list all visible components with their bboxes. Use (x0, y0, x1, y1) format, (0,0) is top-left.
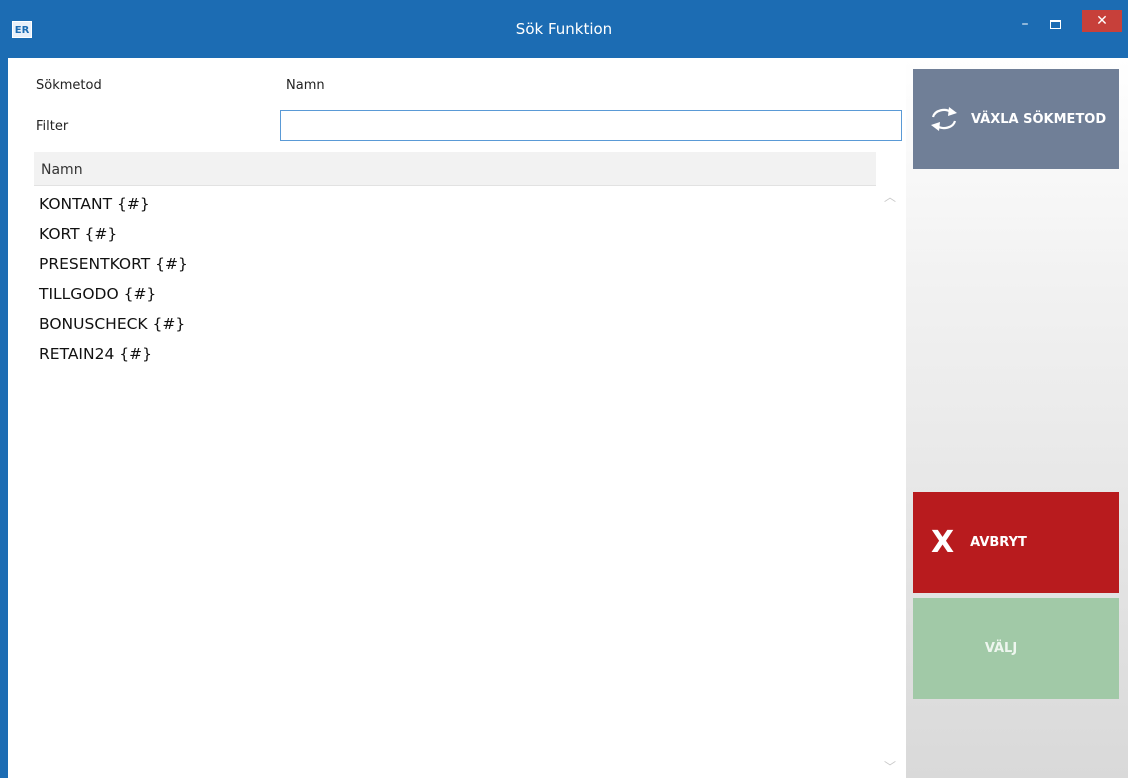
list-item[interactable]: BONUSCHECK {#} (39, 312, 869, 342)
x-icon: X (931, 524, 955, 560)
window-title: Sök Funktion (515, 20, 613, 38)
dialog-content: Sökmetod Namn Filter Namn KONTANT {#} KO… (8, 58, 1128, 778)
select-label: VÄLJ (984, 641, 1018, 656)
title-bar[interactable]: ER Sök Funktion – ✕ (0, 0, 1128, 58)
search-method-value: Namn (286, 78, 325, 93)
scroll-down-icon[interactable]: ﹀ (877, 758, 903, 776)
scroll-up-icon[interactable]: ︿ (877, 188, 903, 206)
filter-label: Filter (36, 119, 69, 134)
list-item[interactable]: RETAIN24 {#} (39, 342, 869, 372)
minimize-button[interactable]: – (1010, 10, 1040, 38)
search-method-label: Sökmetod (36, 78, 102, 93)
close-button[interactable]: ✕ (1082, 10, 1122, 32)
cancel-label: AVBRYT (970, 535, 1027, 550)
list-item[interactable]: KORT {#} (39, 222, 869, 252)
maximize-icon (1049, 19, 1061, 29)
vertical-scrollbar[interactable]: ︿ ﹀ (877, 186, 903, 778)
select-button[interactable]: VÄLJ (913, 598, 1119, 699)
list-item[interactable]: PRESENTKORT {#} (39, 252, 869, 282)
cancel-button[interactable]: X AVBRYT (913, 492, 1119, 593)
list-item[interactable]: KONTANT {#} (39, 192, 869, 222)
switch-search-method-label: VÄXLA SÖKMETOD (971, 111, 1107, 127)
action-panel: VÄXLA SÖKMETOD X AVBRYT VÄLJ (906, 58, 1128, 778)
switch-search-method-button[interactable]: VÄXLA SÖKMETOD (913, 69, 1119, 169)
swap-arrows-icon (931, 107, 957, 131)
list-item[interactable]: TILLGODO {#} (39, 282, 869, 312)
column-header-name[interactable]: Namn (34, 152, 876, 186)
maximize-button[interactable] (1040, 10, 1070, 38)
results-grid: Namn KONTANT {#} KORT {#} PRESENTKORT {#… (34, 152, 906, 778)
results-list: KONTANT {#} KORT {#} PRESENTKORT {#} TIL… (39, 192, 869, 372)
filter-input[interactable] (280, 110, 902, 141)
